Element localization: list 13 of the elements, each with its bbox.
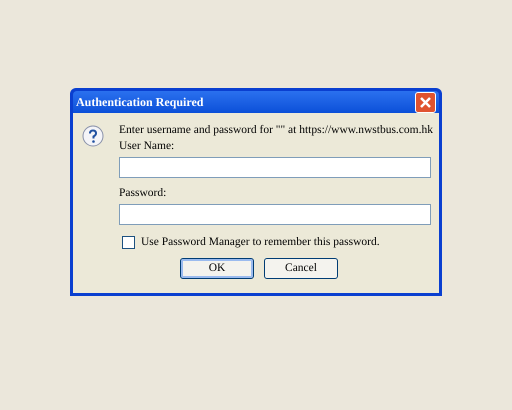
text-field[interactable] <box>119 204 431 225</box>
dialog-button[interactable]: Cancel <box>264 258 338 279</box>
dialog-button[interactable]: OK <box>180 258 254 279</box>
checkbox-label: Use Password Manager to remember this password. <box>141 235 380 250</box>
close-icon <box>419 96 432 108</box>
prompt-message: Enter username and password for "" at https://www.nwstbus.com.hk <box>119 123 433 138</box>
field-label: Password: <box>119 186 168 201</box>
field-label: User Name: <box>119 139 176 154</box>
checkbox[interactable] <box>122 236 135 249</box>
close-button[interactable] <box>415 92 436 112</box>
text-field[interactable] <box>119 157 431 178</box>
window-title: Authentication Required <box>76 94 204 111</box>
question-icon <box>81 125 105 149</box>
